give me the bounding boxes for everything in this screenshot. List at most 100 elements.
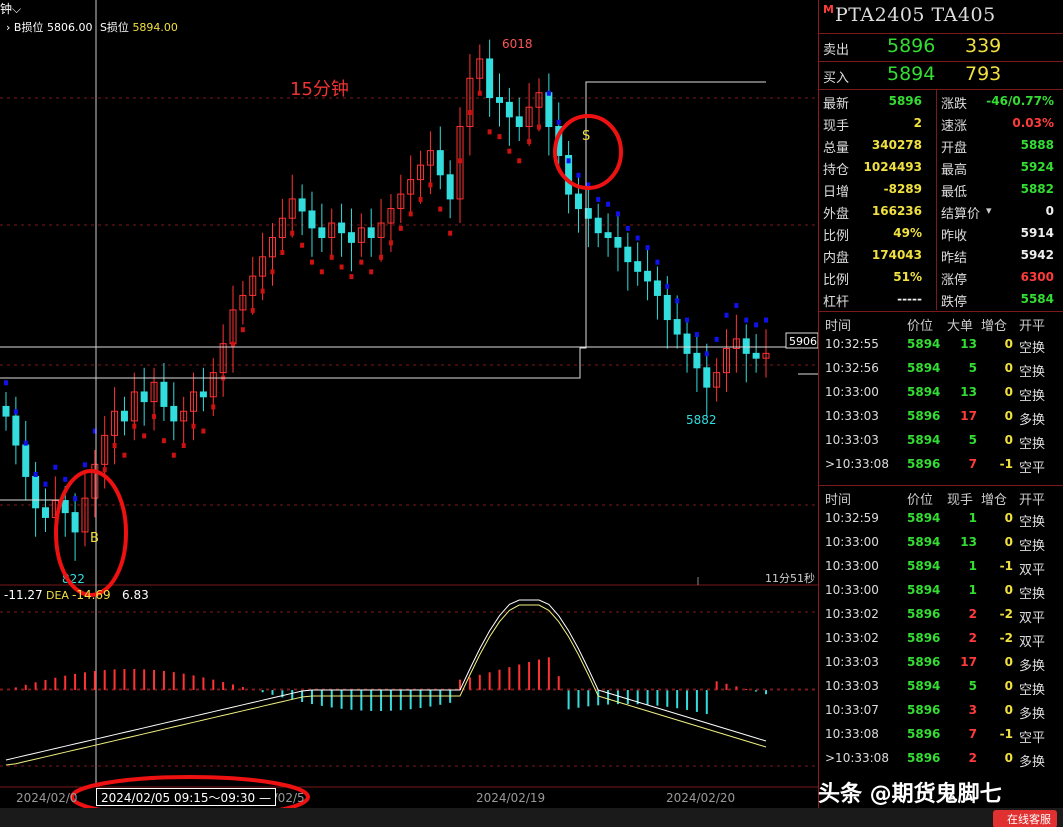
trailing-stop-dot [675,298,680,304]
tick-price: 5894 [907,511,941,525]
candle-body[interactable] [308,210,316,229]
b-stop-value: 5806.00 [46,21,93,34]
column-header[interactable]: 时间 [825,489,851,508]
table-row[interactable]: >10:33:08 5896 2 0 多换 [819,748,1063,772]
trade-price: 5896 [907,409,941,423]
chart-canvas[interactable]: 59066018822588215分钟BS11分51秒-11.27 DEA -14.… [0,0,818,827]
candle-body[interactable] [574,193,582,210]
table-row[interactable]: 10:33:00 5894 13 0 空换 [819,382,1063,406]
candle-body[interactable] [446,174,454,200]
big-trades-header: 时间 价位 大单 增仓 开平 [819,312,1063,334]
bid-price[interactable]: 5894 [887,63,935,85]
candle-body[interactable] [703,367,711,388]
candle-body[interactable] [140,391,148,403]
table-row[interactable]: >10:33:08 5896 7 -1 空平 [819,454,1063,478]
table-row[interactable]: 10:33:08 5896 7 -1 空平 [819,724,1063,748]
candle-body[interactable] [2,405,10,417]
highlight-circle [553,114,623,190]
candle-body[interactable] [653,280,661,296]
column-header[interactable]: 开平 [1019,489,1045,508]
column-header[interactable]: 价位 [907,315,933,334]
table-row[interactable]: 10:33:02 5896 2 -2 双平 [819,604,1063,628]
table-row[interactable]: 10:32:55 5894 13 0 空换 [819,334,1063,358]
table-row[interactable]: 10:33:03 5896 17 0 多换 [819,652,1063,676]
candle-body[interactable] [120,410,128,422]
quote-label: 昨收 [941,229,968,244]
candle-body[interactable] [32,475,40,509]
candle-body[interactable] [338,222,346,234]
online-service-button[interactable]: 在线客服 [993,810,1057,827]
quote-label: 涨停 [941,273,968,288]
trailing-stop-dot [556,119,561,125]
candle-body[interactable] [594,217,602,234]
candle-body[interactable] [752,352,760,359]
candle-body[interactable] [12,415,20,446]
candle-body[interactable] [199,391,207,398]
candle-body[interactable] [673,319,681,335]
candle-body[interactable] [41,507,49,518]
chevron-down-icon[interactable]: ⌵ [12,2,21,16]
candle-body[interactable] [663,294,671,321]
candle-body[interactable] [505,101,513,118]
candle-body[interactable] [683,333,691,354]
tick-oi-change: -2 [999,607,1013,621]
candle-body[interactable] [545,92,553,128]
candle-body[interactable] [298,198,306,212]
candle-body[interactable] [693,352,701,369]
collapse-icon[interactable]: › [6,21,10,34]
table-row[interactable]: 10:33:02 5896 2 -2 双平 [819,628,1063,652]
ticks-header: 时间 价位 现手 增仓 开平 [819,486,1063,508]
candle-body[interactable] [22,444,30,477]
column-header[interactable]: 增仓 [981,315,1007,334]
candle-body[interactable] [160,381,168,407]
candle-body[interactable] [367,227,375,239]
candle-body[interactable] [347,232,355,243]
candle-body[interactable] [624,246,632,263]
table-row[interactable]: 10:33:03 5894 5 0 空换 [819,676,1063,700]
column-header[interactable]: 增仓 [981,489,1007,508]
crosshair-time-label: 2024/02/05 09:15～09:30 — [96,788,276,806]
table-row[interactable]: 10:33:03 5896 17 0 多换 [819,406,1063,430]
candle-body[interactable] [634,261,642,272]
table-row[interactable]: 10:33:00 5894 1 0 空换 [819,580,1063,604]
trailing-stop-dot [408,211,413,217]
quote-row: 持仓 1024493 最高 5924 [819,156,1063,178]
candle-body[interactable] [61,500,69,514]
kline-chart[interactable]: 5906 6018 822 5882 15分钟 B S 11分51秒 -11.27 DEA -14.… [0,0,818,827]
table-row[interactable]: 10:33:00 5894 13 0 空换 [819,532,1063,556]
candle-body[interactable] [604,232,612,239]
column-header[interactable]: 价位 [907,489,933,508]
candle-body[interactable] [496,97,504,103]
trade-time: 10:32:56 [825,361,879,375]
candle-body[interactable] [644,270,652,282]
bid-row[interactable]: 买入 5894 793 [819,61,1063,89]
quote-label: 昨结 [941,251,968,266]
period-label: 钟 [0,2,13,16]
table-row[interactable]: 10:33:03 5894 5 0 空换 [819,430,1063,454]
candle-body[interactable] [318,227,326,239]
table-row[interactable]: 10:33:00 5894 1 -1 双平 [819,556,1063,580]
candle-body[interactable] [436,150,444,176]
period-selector[interactable]: 钟⌵ [0,0,21,17]
tick-oi-change: 0 [1004,583,1013,597]
column-header[interactable]: 时间 [825,315,851,334]
column-header[interactable]: 大单 [947,315,973,334]
column-header[interactable]: 现手 [947,489,973,508]
candle-body[interactable] [486,58,494,99]
ask-price[interactable]: 5896 [887,35,935,57]
tick-price: 5896 [907,631,941,645]
chevron-down-icon[interactable]: ▾ [986,204,992,217]
candle-body[interactable] [614,237,622,248]
table-row[interactable]: 10:33:07 5896 3 0 多换 [819,700,1063,724]
ask-row[interactable]: 卖出 5896 339 [819,33,1063,61]
tick-size: 5 [968,679,977,693]
table-row[interactable]: 10:32:56 5894 5 0 空换 [819,358,1063,382]
candle-body[interactable] [515,116,523,128]
table-row[interactable]: 10:32:59 5894 1 0 空换 [819,508,1063,532]
candle-body[interactable] [742,338,750,354]
column-header[interactable]: 开平 [1019,315,1045,334]
trailing-stop-dot [270,269,275,275]
quote-value: 340278 [871,138,922,152]
candle-body[interactable] [71,512,79,533]
candle-body[interactable] [170,405,178,422]
